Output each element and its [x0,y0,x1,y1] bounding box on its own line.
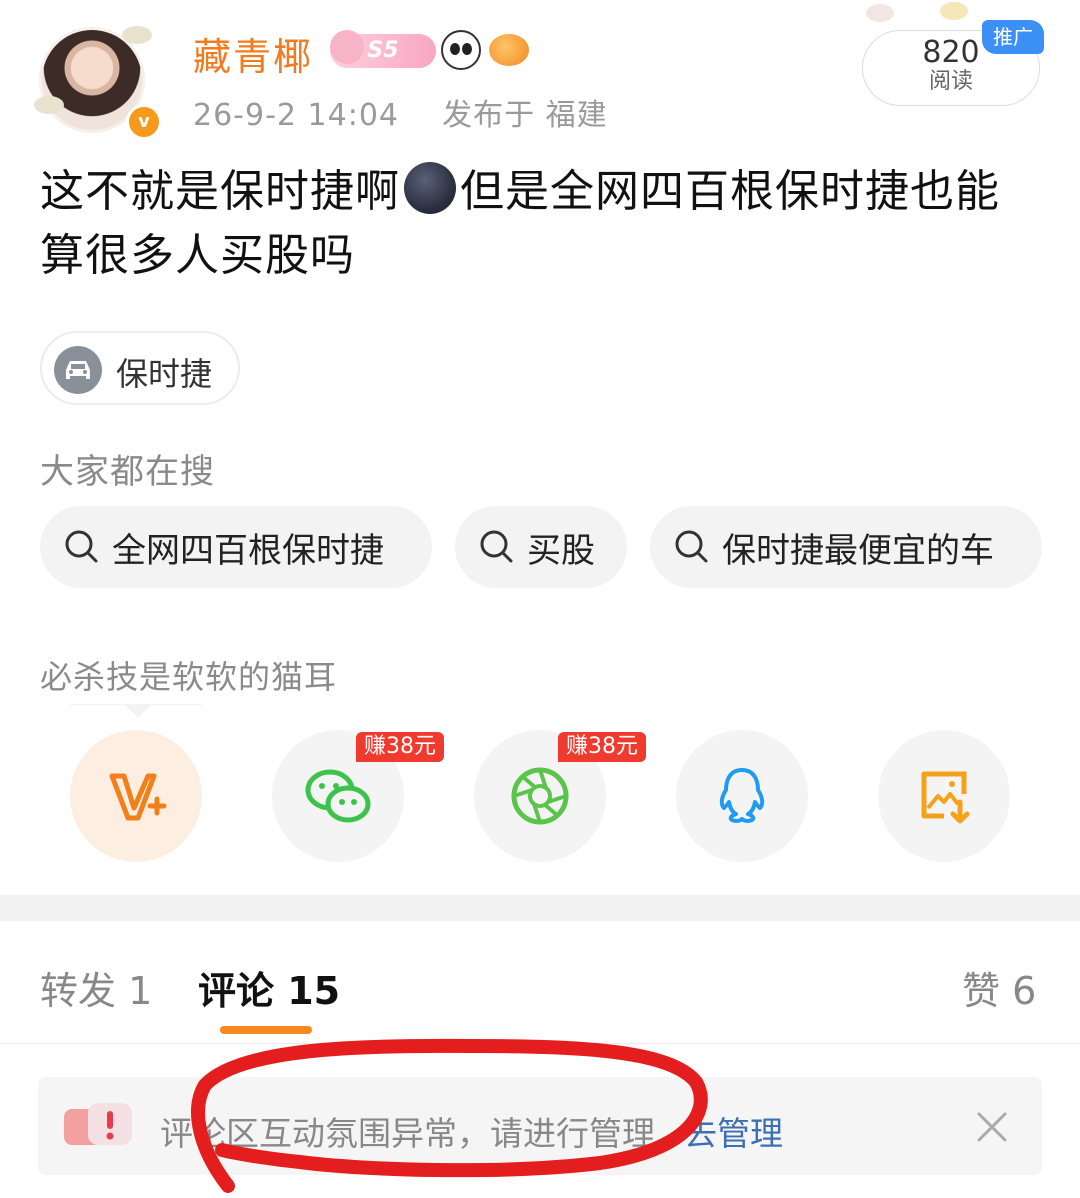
search-chip-label: 买股 [527,530,595,571]
decoration-icon [866,4,894,22]
post-meta: 26-9-2 14:04 发布于 福建 [193,90,608,134]
wechat-icon [305,769,371,823]
decoration-icon [940,2,968,20]
active-tab-indicator [220,1026,312,1034]
tab-divider [0,1043,1080,1044]
save-image-icon [921,771,970,824]
avatar-bow-decoration [122,26,152,44]
earn-reward-tag: 赚38元 [558,732,646,762]
author-name[interactable]: 藏青椰 [193,26,313,81]
search-icon [480,530,513,563]
moon-emoji-icon [404,162,456,214]
search-icon [65,530,98,563]
notice-message: 评论区互动氛围异常，请进行管理 [160,1114,655,1153]
share-hint: 必杀技是软软的猫耳 [40,658,338,696]
post-timestamp: 26-9-2 14:04 [193,98,399,133]
verified-badge-icon: v [126,104,162,140]
promote-badge[interactable]: 推广 [982,20,1044,54]
weibo-v-plus-icon [109,773,167,821]
qq-icon [719,768,765,823]
car-icon [54,346,102,394]
post-location: 发布于 福建 [442,98,608,133]
post-content: 这不就是保时捷啊 但是全网四百根保时捷也能算很多人买股吗 [40,160,1040,288]
panda-badge-icon[interactable] [441,30,481,70]
earn-reward-tag: 赚38元 [356,732,444,762]
topic-label: 保时捷 [116,355,213,393]
tab-comments[interactable]: 评论 15 [198,960,340,1015]
topic-tag[interactable]: 保时捷 [40,331,240,405]
search-chip[interactable]: 全网四百根保时捷 [40,506,432,588]
share-weibo-button[interactable] [70,730,202,862]
save-image-button[interactable] [878,730,1010,862]
search-chip-label: 保时捷最便宜的车 [722,530,994,571]
manage-link[interactable]: 去管理 [684,1107,783,1155]
read-label: 阅读 [928,69,973,94]
search-icon [675,530,708,563]
avatar-bow-decoration [34,96,64,114]
close-icon[interactable] [976,1111,1008,1143]
tab-likes[interactable]: 赞 6 [962,960,1036,1015]
section-divider [0,895,1080,921]
avatar[interactable]: v [34,26,162,140]
search-chip[interactable]: 买股 [455,506,627,588]
moments-icon [511,767,569,825]
search-section-title: 大家都在搜 [40,452,215,492]
tooltip-caret [124,704,152,718]
warning-alert-icon [64,1103,132,1145]
post-text-part1: 这不就是保时捷啊 [40,166,400,217]
fish-badge-icon[interactable] [489,34,529,66]
pig-badge-icon [330,30,364,64]
tab-repost[interactable]: 转发 1 [40,960,152,1015]
search-chip[interactable]: 保时捷最便宜的车 [650,506,1042,588]
share-qq-button[interactable] [676,730,808,862]
search-chip-label: 全网四百根保时捷 [112,530,384,571]
comment-warning-notice: 评论区互动氛围异常，请进行管理 去管理 [38,1077,1042,1175]
